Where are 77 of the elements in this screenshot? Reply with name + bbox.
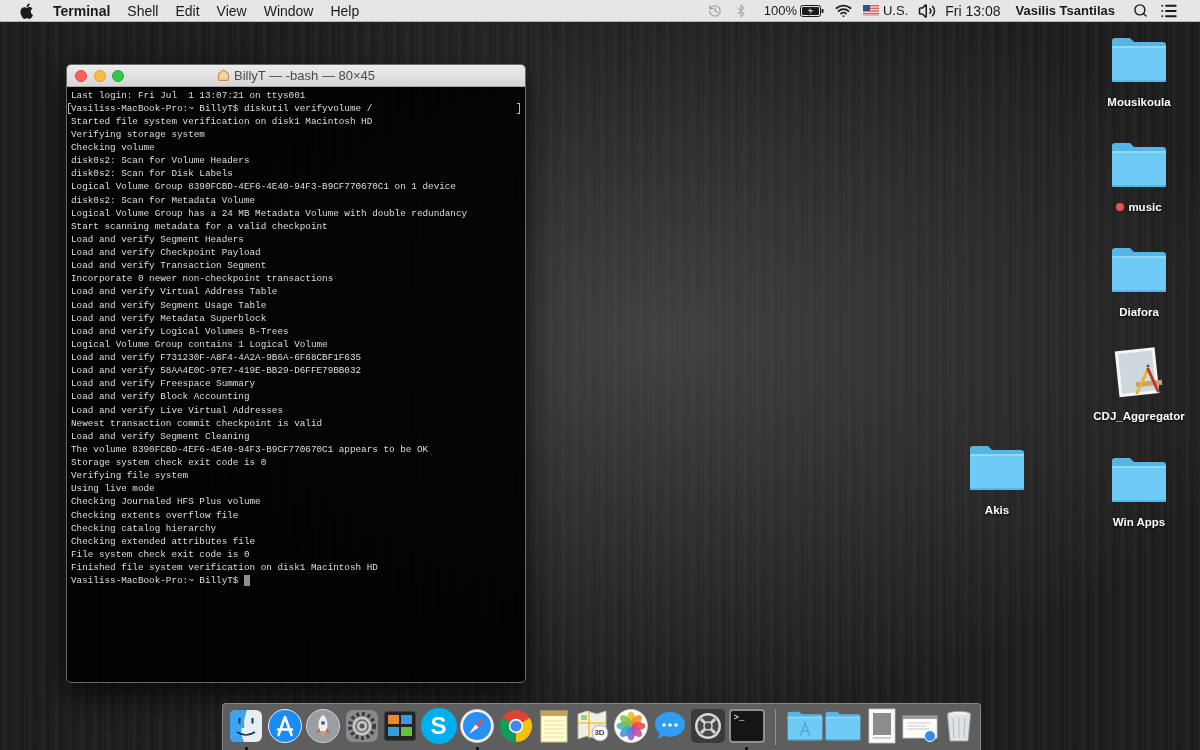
terminal-line: Load and verify Transaction Segment [71, 260, 267, 272]
terminal-line: Last login: Fri Jul 1 13:07:21 on ttys001 [71, 89, 306, 101]
terminal-line: Load and verify Metadata Superblock [71, 312, 267, 324]
menu-item[interactable]: Window [263, 3, 314, 18]
file-name[interactable]: Mousikoula [1107, 95, 1171, 109]
terminal-line: Load and verify Virtual Address Table [71, 286, 278, 298]
battery-percentage[interactable]: 100% [763, 4, 797, 17]
smiling-face-icon[interactable] [228, 708, 264, 744]
terminal-line: Checking volume [71, 142, 155, 153]
folder-icon[interactable] [969, 445, 1025, 491]
terminal-line: Checking Journaled HFS Plus volume [71, 496, 261, 508]
app-menu[interactable]: Terminal [53, 3, 111, 18]
apple-icon[interactable] [20, 2, 33, 19]
terminal-line: disk0s2: Scan for Metadata Volume [71, 194, 256, 206]
terminal-line: Logical Volume Group 8390FCBD-4EF6-4E40-94F3-B9CF770670C1 on 1 device [71, 181, 456, 193]
terminal-line: Load and verify Freespace Summary [71, 378, 256, 390]
terminal-line: disk0s2: Scan for Disk Labels [71, 168, 233, 180]
folder-icon[interactable] [1111, 142, 1167, 188]
folder-icon[interactable] [1111, 457, 1167, 503]
terminal-line: Vasiliss-MacBook-Pro:~ BillyT$ [71, 574, 239, 588]
terminal-line: Verifying file system [71, 470, 189, 482]
terminal-line: Finished file system verification on disk1 Macintosh HD [71, 562, 378, 573]
menu-item[interactable]: Shell [127, 3, 159, 18]
terminal-line: Start scanning metadata for a valid checkpoint [71, 220, 328, 232]
circle-a-icon[interactable] [266, 708, 303, 744]
window-title: BillyT — -bash — 80×45 [234, 69, 375, 82]
menu-item[interactable]: Edit [175, 3, 200, 18]
terminal-line: Load and verify Block Accounting [71, 391, 250, 403]
close-button[interactable] [75, 69, 87, 82]
terminal-line: Using live mode [71, 483, 155, 495]
file-name[interactable]: Akis [984, 503, 1010, 517]
input-source[interactable]: U.S. [882, 4, 909, 17]
terminal-line: Logical Volume Group contains 1 Logical Volume [71, 338, 328, 350]
terminal-line: disk0s2: Scan for Volume Headers [71, 155, 250, 167]
flower-icon[interactable] [613, 708, 649, 744]
folder-icon[interactable] [1111, 247, 1167, 293]
speaker-icon[interactable] [918, 1, 937, 20]
terminal-line: Load and verify Checkpoint Payload [71, 247, 261, 258]
folder-icon[interactable] [1111, 37, 1167, 83]
terminal-line: Vasiliss-MacBook-Pro:~ BillyT$ diskutil verifyvolume / [71, 102, 373, 114]
window-tiles-icon[interactable] [382, 708, 418, 744]
house-icon [217, 69, 230, 82]
terminal-icon[interactable]: >_ [728, 709, 765, 743]
file-name[interactable]: music [1128, 200, 1162, 214]
terminal-line: Verifying storage system [71, 128, 205, 140]
terminal-line: Load and verify Segment Headers [71, 233, 244, 245]
wifi-icon[interactable] [834, 2, 852, 19]
compass-icon[interactable] [459, 708, 495, 744]
terminal-line: Load and verify Logical Volumes B-Trees [71, 325, 289, 337]
terminal-line: Load and verify Live Virtual Addresses [71, 404, 283, 416]
terminal-line: Incorporate 0 newer non-checkpoint transactions [71, 273, 334, 285]
terminal-line: Checking extended attributes file [71, 535, 256, 547]
menu-clock[interactable]: Fri 13:08 [945, 3, 1001, 18]
file-name[interactable]: Diafora [1119, 305, 1159, 319]
terminal-line: Checking extents overflow file [71, 509, 239, 521]
terminal-line: Started file system verification on disk1 Macintosh HD [71, 115, 373, 127]
terminal-line: Load and verify 58AA4E0C-97E7-419E-BB29-D6FFE79BB032 [71, 365, 362, 377]
menu-item[interactable]: Help [330, 3, 360, 18]
terminal-line: Load and verify F731230F-A8F4-4A2A-9B6A-6F68CBF1F635 [71, 352, 362, 363]
search-icon[interactable] [1133, 3, 1148, 18]
terminal-line: Load and verify Segment Usage Table [71, 299, 267, 311]
terminal-line: Load and verify Segment Cleaning [71, 430, 250, 442]
terminal-line: Storage system check exit code is 0 [71, 457, 267, 468]
terminal-line: Checking catalog hierarchy [71, 522, 217, 534]
terminal-line: Logical Volume Group has a 24 MB Metadata Volume with double redundancy [71, 207, 468, 219]
terminal-line: File system check exit code is 0 [71, 548, 250, 560]
rocket-icon[interactable] [305, 708, 341, 744]
flag-icon[interactable] [862, 5, 879, 16]
segmented-circle-icon[interactable] [497, 708, 534, 744]
user-name[interactable]: Vasilis Tsantilas [1015, 4, 1115, 17]
file-name[interactable]: Win Apps [1112, 515, 1166, 529]
terminal-line: Newest transaction commit checkpoint is valid [71, 417, 323, 429]
terminal-line: The volume 8390FCBD-4EF6-4E40-94F3-B9CF770670C1 appears to be OK [71, 443, 429, 455]
gear-icon[interactable] [343, 708, 380, 744]
menu-item[interactable]: View [216, 3, 247, 18]
file-name[interactable]: CDJ_Aggregator [1093, 409, 1185, 423]
battery-charging-icon[interactable] [799, 4, 824, 17]
